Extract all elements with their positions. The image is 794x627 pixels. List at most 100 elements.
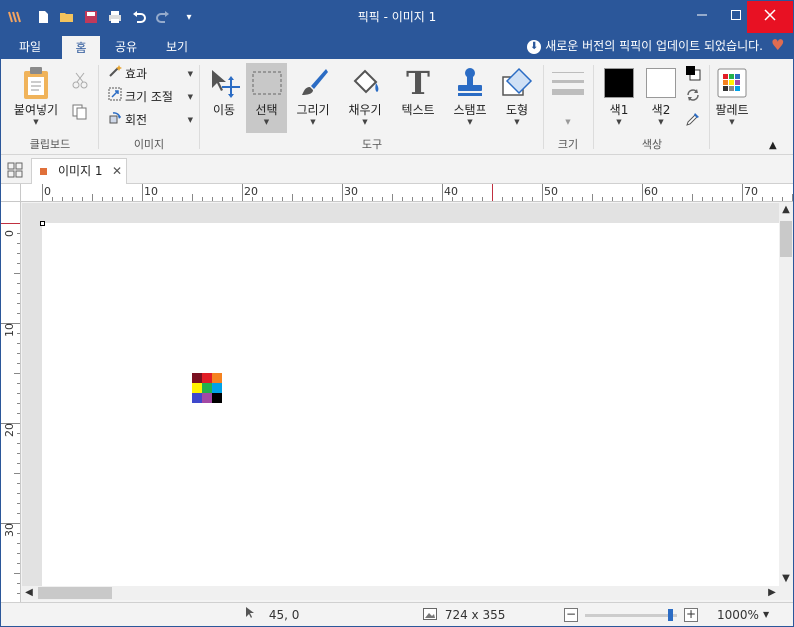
tab-view[interactable]: 보기 xyxy=(155,35,199,59)
tab-share[interactable]: 공유 xyxy=(105,35,147,59)
ruler-tick xyxy=(602,197,603,201)
shape-tool-button[interactable]: 도형 ▼ xyxy=(497,63,537,133)
undo-icon[interactable] xyxy=(127,1,151,33)
horizontal-scroll-thumb[interactable] xyxy=(38,587,112,599)
ruler-tick xyxy=(542,184,543,201)
ruler-tick xyxy=(17,293,20,294)
ruler-tick xyxy=(14,473,20,474)
color2-button[interactable]: 색2 ▼ xyxy=(641,63,681,133)
ruler-tick xyxy=(332,197,333,201)
selection-rectangle-icon xyxy=(246,63,287,103)
collapse-ribbon-button[interactable]: ▲ xyxy=(769,135,783,157)
ruler-tick xyxy=(17,543,20,544)
ruler-tick xyxy=(382,197,383,201)
ruler-tick xyxy=(722,197,723,201)
document-tab-image1[interactable]: 이미지 1 ✕ xyxy=(31,158,127,184)
redo-icon[interactable] xyxy=(151,1,175,33)
rotate-button[interactable]: 회전 ▼ xyxy=(107,109,193,131)
image-size-icon xyxy=(423,604,437,627)
fill-label: 채우기 xyxy=(348,103,382,117)
zoom-slider-thumb[interactable] xyxy=(667,609,673,621)
ruler-tick xyxy=(132,197,133,201)
vertical-scroll-thumb[interactable] xyxy=(780,221,792,257)
rotate-label: 회전 xyxy=(125,113,148,127)
canvas-pixel xyxy=(192,393,202,403)
select-tool-button[interactable]: 선택 ▼ xyxy=(246,63,287,133)
horizontal-scrollbar[interactable]: ◀ ▶ xyxy=(22,586,779,600)
ruler-tick xyxy=(17,483,20,484)
swap-colors-button[interactable] xyxy=(685,87,703,109)
ruler-tick xyxy=(17,243,20,244)
vertical-scrollbar[interactable]: ▲ ▼ xyxy=(779,203,793,586)
draw-dropdown-icon: ▼ xyxy=(310,118,316,126)
tools-group-label: 도구 xyxy=(361,138,383,151)
tab-file[interactable]: 파일 xyxy=(5,35,55,59)
scroll-up-icon[interactable]: ▲ xyxy=(779,203,793,217)
ruler-tick xyxy=(372,197,373,201)
move-tool-button[interactable]: 이동 xyxy=(205,63,243,133)
effects-button[interactable]: 효과 ▼ xyxy=(107,63,193,85)
canvas-pixel xyxy=(202,393,212,403)
ruler-label: 40 xyxy=(444,185,458,198)
scroll-right-icon[interactable]: ▶ xyxy=(765,586,779,600)
update-notice[interactable]: ⬇ 새로운 버전의 픽픽이 업데이트 되었습니다. xyxy=(527,37,763,55)
scroll-down-icon[interactable]: ▼ xyxy=(779,572,793,586)
heart-icon[interactable]: ♥ xyxy=(771,37,787,53)
ruler-label: 20 xyxy=(3,423,16,437)
clipboard-icon xyxy=(7,63,65,103)
scroll-left-icon[interactable]: ◀ xyxy=(22,586,36,600)
zoom-dropdown-icon[interactable]: ▼ xyxy=(763,603,769,627)
color1-button[interactable]: 색1 ▼ xyxy=(599,63,639,133)
copy-button[interactable] xyxy=(71,103,93,125)
ruler-tick xyxy=(17,343,20,344)
zoom-in-button[interactable]: + xyxy=(684,608,698,622)
tab-list-button[interactable] xyxy=(7,162,23,178)
paste-button[interactable]: 붙여넣기 ▼ xyxy=(7,63,65,133)
fill-tool-button[interactable]: 채우기 ▼ xyxy=(343,63,387,133)
ruler-tick xyxy=(92,194,93,201)
new-file-icon[interactable] xyxy=(31,1,55,33)
size-button[interactable]: ▼ xyxy=(549,63,587,133)
stamp-tool-button[interactable]: 스탬프 ▼ xyxy=(447,63,493,133)
open-folder-icon[interactable] xyxy=(55,1,79,33)
status-bar: 45, 0 724 x 355 − + 1000% ▼ xyxy=(1,602,793,626)
text-tool-button[interactable]: T 텍스트 xyxy=(395,63,441,133)
ruler-tick xyxy=(512,197,513,201)
customize-toolbar-icon[interactable]: ▾ xyxy=(177,1,201,33)
ruler-tick xyxy=(202,197,203,201)
cut-button[interactable] xyxy=(71,71,93,93)
fill-dropdown-icon: ▼ xyxy=(362,118,368,126)
ruler-tick xyxy=(17,393,20,394)
zoom-out-button[interactable]: − xyxy=(564,608,578,622)
ruler-tick xyxy=(402,197,403,201)
canvas-pixel xyxy=(192,373,202,383)
ruler-tick xyxy=(782,197,783,201)
ruler-tick xyxy=(772,197,773,201)
app-logo-icon[interactable] xyxy=(3,1,27,33)
close-tab-icon[interactable]: ✕ xyxy=(112,159,122,183)
ruler-label: 20 xyxy=(244,185,258,198)
close-button[interactable] xyxy=(747,1,793,33)
resize-button[interactable]: 크기 조절 ▼ xyxy=(107,86,193,108)
draw-label: 그리기 xyxy=(296,103,330,117)
ruler-tick xyxy=(572,197,573,201)
canvas-pixel xyxy=(212,373,222,383)
ruler-tick xyxy=(302,197,303,201)
ruler-tick xyxy=(342,184,343,201)
zoom-slider-track[interactable] xyxy=(585,614,677,617)
save-icon[interactable] xyxy=(79,1,103,33)
image-size: 724 x 355 xyxy=(423,603,505,627)
resize-handle[interactable] xyxy=(40,221,45,226)
default-colors-button[interactable] xyxy=(685,65,703,87)
cursor-position-value: 45, 0 xyxy=(268,608,300,622)
zoom-level[interactable]: 1000% xyxy=(717,603,759,627)
draw-tool-button[interactable]: 그리기 ▼ xyxy=(291,63,335,133)
palette-button[interactable]: 팔레트 ▼ xyxy=(713,63,751,133)
canvas-workspace[interactable] xyxy=(22,203,779,586)
image-canvas[interactable] xyxy=(42,223,779,586)
size-dropdown-icon: ▼ xyxy=(565,118,571,126)
tab-home[interactable]: 홈 xyxy=(62,35,100,59)
color-picker-button[interactable] xyxy=(685,111,703,133)
print-icon[interactable] xyxy=(103,1,127,33)
default-colors-icon xyxy=(685,66,701,84)
